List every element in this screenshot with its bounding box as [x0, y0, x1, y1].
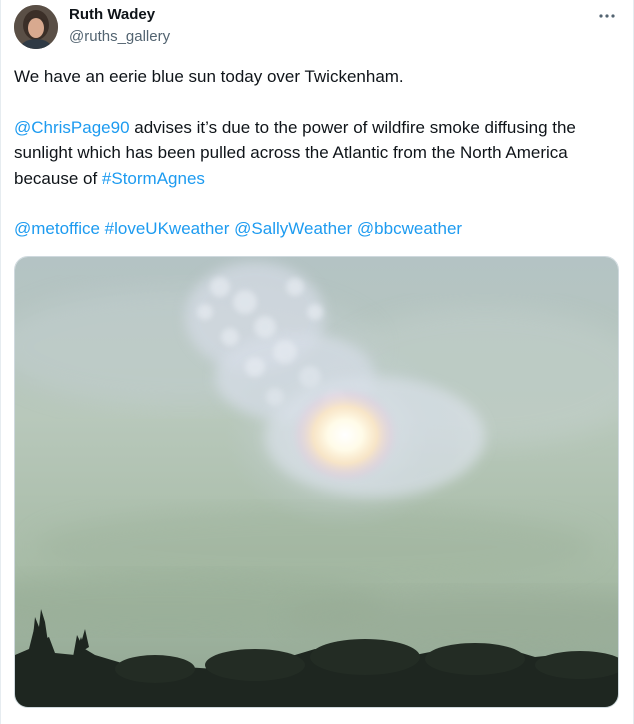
blue-sun-sky-photo	[15, 257, 618, 707]
tweet-photo[interactable]	[14, 256, 619, 708]
tweet-text: We have an eerie blue sun today over Twi…	[14, 64, 622, 242]
profile-photo-icon	[14, 5, 58, 49]
hashtag-loveukweather[interactable]: #loveUKweather	[105, 219, 230, 238]
author-name[interactable]: Ruth Wadey	[69, 6, 155, 23]
tweet-line-1: We have an eerie blue sun today over Twi…	[14, 67, 404, 86]
tweet-tags-line: @metoffice #loveUKweather @SallyWeather …	[14, 216, 622, 242]
mention-chrispage90[interactable]: @ChrisPage90	[14, 118, 130, 137]
tweet-paragraph-2: @ChrisPage90 advises it’s due to the pow…	[14, 115, 622, 192]
more-horizontal-icon	[599, 14, 615, 18]
hashtag-stormagnes[interactable]: #StormAgnes	[102, 169, 205, 188]
author-handle[interactable]: @ruths_gallery	[69, 28, 170, 45]
avatar[interactable]	[14, 5, 58, 49]
more-options-button[interactable]	[595, 6, 619, 26]
mention-metoffice[interactable]: @metoffice	[14, 219, 100, 238]
mention-bbcweather[interactable]: @bbcweather	[357, 219, 462, 238]
mention-sallyweather[interactable]: @SallyWeather	[234, 219, 352, 238]
tweet-card: Ruth Wadey @ruths_gallery We have an eer…	[0, 0, 634, 724]
